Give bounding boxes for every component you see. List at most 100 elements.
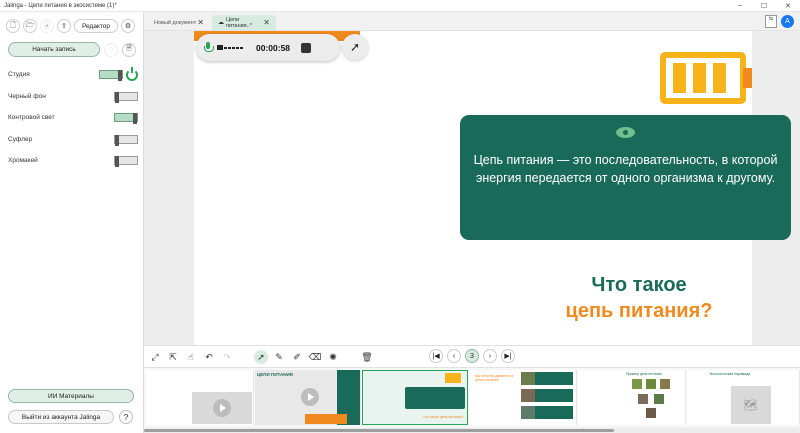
- sidebar-toolbar: 🗋 🗁 ⦿ ⇪ Редактор ⚙: [6, 19, 135, 33]
- thumbnail-photo: [521, 372, 535, 385]
- cloud-icon: ☁: [218, 20, 224, 26]
- select-tool-icon[interactable]: ➚: [254, 350, 268, 364]
- save-icon[interactable]: ⦿: [40, 19, 54, 33]
- minimize-button[interactable]: –: [728, 2, 752, 10]
- sidebar: 🗋 🗁 ⦿ ⇪ Редактор ⚙ Начать запись ◌ 🗎 Сту…: [0, 12, 144, 433]
- thumbnail-battery: [445, 373, 461, 383]
- chromakey-toggle[interactable]: [114, 156, 138, 168]
- logout-button[interactable]: Выйти из аккаунта Jalinga: [8, 410, 114, 424]
- settings-icon[interactable]: ⚙: [120, 19, 135, 33]
- thumbnail-slide-1[interactable]: [146, 370, 254, 425]
- thumbnail-slide-3[interactable]: Что такое цепь питания?: [362, 370, 468, 425]
- setting-chromakey: Хромакей: [8, 150, 138, 172]
- undo-icon[interactable]: ↶: [202, 350, 216, 364]
- marker-tool-icon[interactable]: ✐: [290, 350, 304, 364]
- close-window-button[interactable]: ✕: [776, 2, 800, 10]
- redo-icon[interactable]: ↷: [220, 350, 234, 364]
- thumbnail-title: Экологическая пирамида: [709, 372, 751, 376]
- setting-label: Суфлер: [8, 135, 33, 143]
- thumbnail-slide-6[interactable]: Экологическая пирамида 🗺: [687, 370, 800, 425]
- fullscreen-icon[interactable]: ⤢: [148, 350, 162, 364]
- slide: Цепь питания — это последовательность, в…: [194, 31, 791, 345]
- current-page[interactable]: 3: [465, 349, 479, 363]
- thumbnail-box: [535, 406, 573, 419]
- black-background-toggle[interactable]: [114, 91, 138, 103]
- play-icon: [213, 399, 231, 417]
- studio-toggle[interactable]: [99, 70, 123, 82]
- start-recording-button[interactable]: Начать запись: [8, 42, 100, 57]
- power-icon[interactable]: [126, 66, 138, 81]
- record-row: Начать запись ◌ 🗎: [8, 42, 136, 57]
- close-tab-icon[interactable]: ✕: [197, 18, 204, 27]
- laser-pointer-icon[interactable]: ✺: [326, 350, 340, 364]
- previous-page-icon[interactable]: ‹: [447, 349, 461, 363]
- clear-trash-icon[interactable]: 🗑: [360, 350, 374, 364]
- tab-label: Новый документ: [154, 19, 197, 26]
- next-page-icon[interactable]: ›: [483, 349, 497, 363]
- thumbnail-photo: [660, 379, 670, 389]
- avatar[interactable]: A: [781, 15, 794, 28]
- new-file-icon[interactable]: 🗋: [6, 19, 20, 33]
- microphone-icon[interactable]: [204, 41, 214, 54]
- setting-label: Студия: [8, 71, 30, 79]
- setting-black-background: Черный фон: [8, 86, 138, 108]
- thumbnail-title: ЦЕПИ ПИТАНИЯ: [257, 372, 293, 377]
- play-icon: [301, 388, 319, 406]
- thumbnail-title: Что такое цепь питания?: [423, 415, 464, 419]
- pointer-cursor-icon[interactable]: ➚: [342, 34, 368, 60]
- thumbnail-slide-2[interactable]: ЦЕПИ ПИТАНИЯ: [255, 370, 361, 425]
- logout-row: Выйти из аккаунта Jalinga ?: [8, 410, 138, 424]
- help-button[interactable]: ?: [119, 410, 133, 424]
- setting-label: Хромакей: [8, 157, 38, 165]
- first-page-icon[interactable]: |◀: [429, 349, 443, 363]
- thumbnail-photo: [654, 394, 664, 404]
- scrollbar-thumb[interactable]: [144, 429, 614, 432]
- document-icon[interactable]: 🗎: [122, 42, 136, 57]
- definition-box: Цепь питания — это последовательность, в…: [460, 115, 791, 240]
- setting-backlight: Контровой свет: [8, 107, 138, 129]
- thumbnail-photo: [632, 379, 642, 389]
- open-external-icon[interactable]: ⇱: [166, 350, 180, 364]
- account-area: ⇆ A: [765, 15, 794, 28]
- window-controls: – ☐ ✕: [728, 2, 800, 10]
- map-icon: 🗺: [743, 398, 759, 412]
- export-icon[interactable]: ⇪: [57, 19, 71, 33]
- sidebar-bottom: ИИ Материалы Выйти из аккаунта Jalinga ?: [8, 389, 138, 424]
- tab-bar: Новый документ ✕ ☁ Цепи питания..* ✕ ⇆ A: [144, 12, 800, 31]
- tab-food-chains[interactable]: ☁ Цепи питания..* ✕: [212, 15, 276, 30]
- pause-icon[interactable]: ◌: [104, 42, 118, 57]
- thumbnail-box: [535, 389, 573, 402]
- thumbnail-slide-4[interactable]: Как энергия движется в цепях питания: [469, 370, 577, 425]
- recording-panel: 00:00:58: [196, 34, 340, 61]
- maximize-button[interactable]: ☐: [752, 2, 776, 10]
- ai-materials-button[interactable]: ИИ Материалы: [8, 389, 134, 403]
- open-folder-icon[interactable]: 🗁: [23, 19, 37, 33]
- close-tab-icon[interactable]: ✕: [263, 18, 270, 27]
- thumbnail-label-box: [305, 414, 347, 424]
- studio-settings: Студия Черный фон Контровой свет Суфлер …: [8, 64, 138, 172]
- document-share-icon[interactable]: ⇆: [765, 15, 777, 28]
- editor-button[interactable]: Редактор: [74, 19, 118, 33]
- page-navigation: |◀ ‹ 3 › ▶|: [429, 349, 515, 363]
- thumbnail-photo: [521, 389, 535, 402]
- last-page-icon[interactable]: ▶|: [501, 349, 515, 363]
- thumbnail-title: Пример цепи питания: [626, 372, 662, 376]
- eraser-tool-icon[interactable]: ⌫: [308, 350, 322, 364]
- tab-new-document[interactable]: Новый документ ✕: [148, 15, 210, 30]
- thumbnail-title: Как энергия движется в цепях питания: [475, 374, 514, 382]
- recording-timer: 00:00:58: [256, 42, 291, 53]
- stop-recording-button[interactable]: [301, 42, 312, 53]
- thumbnail-photo: [646, 379, 656, 389]
- pen-tool-icon[interactable]: ✎: [272, 350, 286, 364]
- teleprompter-toggle[interactable]: [114, 134, 138, 146]
- thumbnail-box: [535, 372, 573, 385]
- pointer-hand-icon[interactable]: ☝: [184, 350, 198, 364]
- tab-label: Цепи питания..*: [226, 16, 252, 29]
- thumbnail-scrollbar[interactable]: [144, 428, 800, 433]
- thumbnail-slide-5[interactable]: Пример цепи питания: [578, 370, 686, 425]
- setting-label: Контровой свет: [8, 114, 55, 122]
- title-bar: Jalinga - Цепи питания в экосистеме (1)*…: [0, 0, 800, 12]
- backlight-toggle[interactable]: [114, 113, 138, 125]
- audio-level-icon: [217, 45, 243, 50]
- drawing-toolbar: ⤢ ⇱ ☝ ↶ ↷ ➚ ✎ ✐ ⌫ ✺ 🗑 |◀ ‹ 3 › ▶|: [144, 345, 800, 367]
